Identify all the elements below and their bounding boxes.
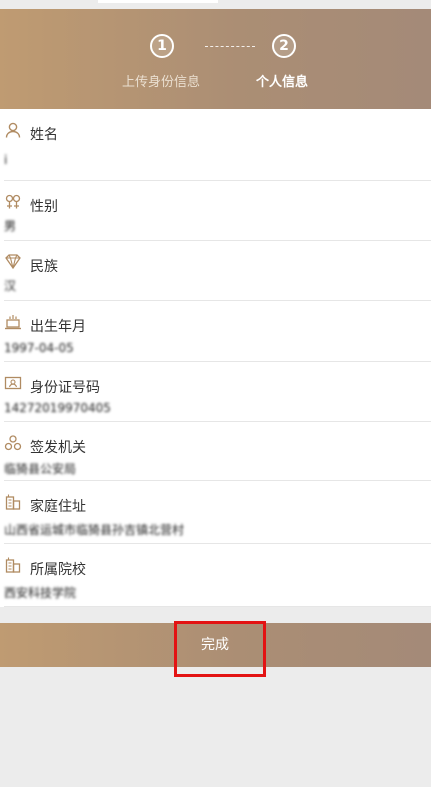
org-icon	[4, 435, 22, 451]
field-school[interactable]: 所属院校 西安科技学院	[0, 544, 431, 607]
step-2-label: 个人信息	[256, 75, 309, 90]
gender-icon	[5, 194, 21, 209]
field-name[interactable]: 姓名 i	[0, 109, 431, 181]
field-ethnicity-label: 民族	[30, 259, 58, 275]
top-pill	[98, 0, 218, 3]
field-issuing-authority-label: 签发机关	[30, 440, 86, 456]
step-1-circle: 1	[150, 34, 174, 58]
status-bar	[0, 0, 431, 9]
divider	[4, 606, 431, 607]
field-id-number[interactable]: 身份证号码 14272019970405	[0, 362, 431, 422]
step-2-circle: 2	[272, 34, 296, 58]
field-id-number-label: 身份证号码	[30, 380, 100, 396]
field-home-address-label: 家庭住址	[30, 499, 86, 515]
field-school-value: 西安科技学院	[4, 586, 77, 600]
field-id-number-value: 14272019970405	[4, 401, 111, 415]
cake-icon	[5, 315, 21, 330]
field-school-label: 所属院校	[30, 562, 86, 578]
progress-header: 1 2 上传身份信息 个人信息	[0, 9, 431, 109]
field-birthdate-label: 出生年月	[30, 319, 86, 335]
field-name-value: i	[4, 153, 8, 167]
field-birthdate-value: 1997-04-05	[4, 341, 74, 355]
building-icon	[5, 494, 21, 510]
person-icon	[5, 122, 21, 138]
building-icon	[5, 557, 21, 573]
field-ethnicity-value: 汉	[4, 279, 17, 293]
field-name-label: 姓名	[30, 127, 58, 143]
personal-info-form: 姓名 i 性别 男 民族 汉 出生年月 1997-04-05 身份证号码 142…	[0, 109, 431, 607]
diamond-icon	[5, 254, 21, 270]
step-1-label: 上传身份信息	[122, 75, 201, 90]
app-page: 1 2 上传身份信息 个人信息 姓名 i 性别 男 民族 汉 出生年月 1997…	[0, 0, 431, 787]
step-connector	[205, 46, 255, 47]
field-gender-value: 男	[4, 219, 17, 233]
field-gender-label: 性别	[30, 199, 58, 215]
field-ethnicity[interactable]: 民族 汉	[0, 241, 431, 301]
id-card-icon	[4, 376, 22, 390]
done-button[interactable]: 完成	[175, 623, 255, 667]
field-issuing-authority[interactable]: 签发机关 临猗县公安局	[0, 422, 431, 481]
field-home-address-value: 山西省运城市临猗县孙吉镇北营村	[4, 523, 185, 537]
footer-bar: 完成	[0, 623, 431, 667]
field-birthdate[interactable]: 出生年月 1997-04-05	[0, 301, 431, 362]
field-home-address[interactable]: 家庭住址 山西省运城市临猗县孙吉镇北营村	[0, 481, 431, 544]
field-gender[interactable]: 性别 男	[0, 181, 431, 241]
field-issuing-authority-value: 临猗县公安局	[4, 462, 77, 476]
